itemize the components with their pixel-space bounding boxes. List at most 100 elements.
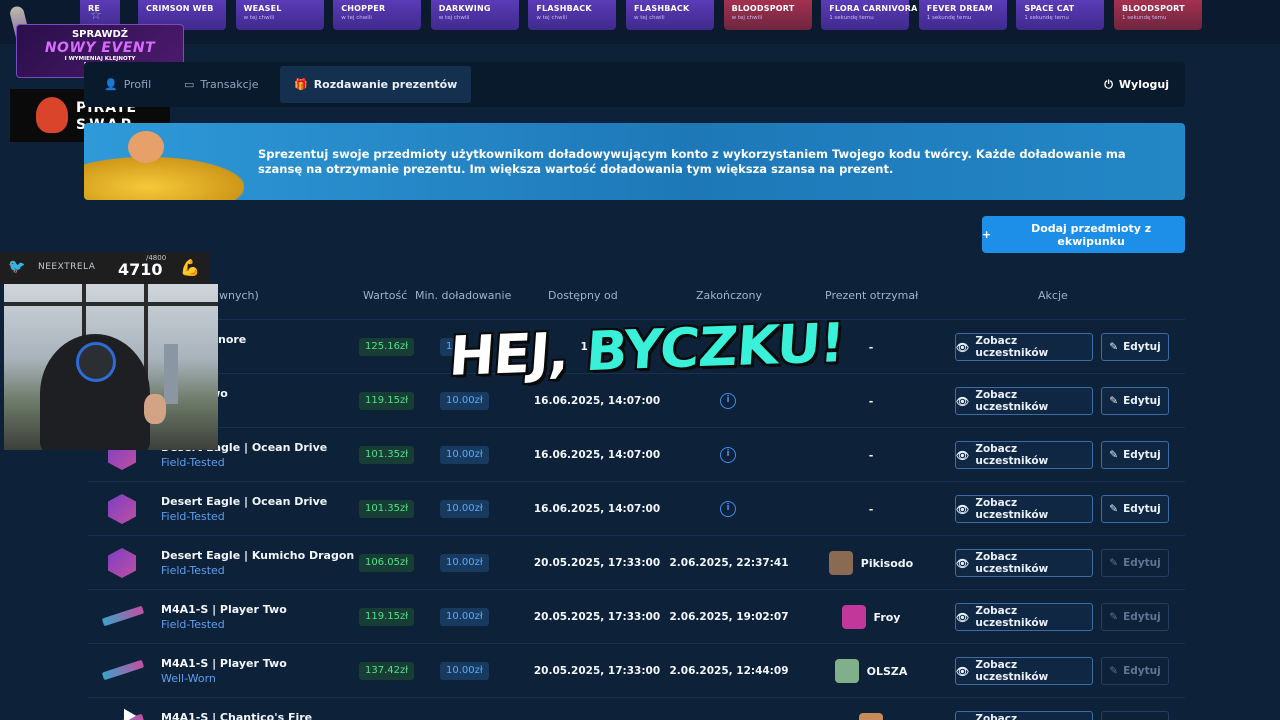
- case-drop-time: w tej chwili: [243, 15, 275, 21]
- case-drop-time: 1 sekundę temu: [926, 15, 972, 21]
- header-value: Wartość: [363, 289, 408, 302]
- avatar: [834, 659, 859, 683]
- case-drop-card[interactable]: FLASHBACK w tej chwili: [626, 0, 714, 30]
- view-participants-label: Zobacz uczestników: [975, 389, 1049, 413]
- winner-cell: -: [788, 440, 954, 470]
- star-icon[interactable]: ☆: [90, 8, 102, 23]
- item-wear: Field-Tested: [161, 510, 225, 523]
- logout-label: Wyloguj: [1118, 78, 1169, 91]
- view-participants-label: Zobacz uczestników: [975, 551, 1049, 575]
- info-icon[interactable]: i: [720, 393, 736, 409]
- rifle-icon: [101, 605, 145, 627]
- card-icon: ▭: [184, 78, 195, 91]
- item-value-badge: 106.05zł: [359, 554, 415, 572]
- available-from: 20.05.2025, 17:33:00: [533, 665, 661, 677]
- edit-icon: ✎: [1109, 665, 1119, 677]
- available-from: 16.06.2025, 14:07:00: [533, 395, 661, 407]
- greeting-word-2: BYCZKU!: [584, 311, 846, 384]
- tab-profile-label: Profil: [123, 78, 152, 91]
- case-drop-name: BLOODSPORT: [731, 4, 795, 13]
- case-drop-card[interactable]: WEASEL w tej chwili: [235, 0, 324, 30]
- eye-icon: 👁: [956, 449, 970, 462]
- item-value-badge: 101.35zł: [359, 446, 415, 464]
- add-items-label: Dodaj przedmioty z ekwipunku: [1031, 221, 1152, 248]
- edit-button[interactable]: ✎Edytuj: [1101, 387, 1169, 415]
- header-winner: Prezent otrzymał: [825, 289, 919, 302]
- ended-at: 2.06.2025, 12:44:09: [669, 665, 789, 677]
- edit-button[interactable]: ✎Edytuj: [1101, 657, 1169, 685]
- view-participants-label: Zobacz uczestników: [975, 713, 1018, 720]
- winner-cell: Froy: [788, 602, 954, 632]
- edit-icon: ✎: [1109, 503, 1119, 515]
- case-drop-card[interactable]: FLORA CARNIVORA 1 sekundę temu: [821, 0, 917, 30]
- winner-name: -: [868, 340, 874, 354]
- tab-profile[interactable]: 👤 Profil: [90, 66, 165, 103]
- winner-name: -: [868, 394, 874, 408]
- item-name: Desert Eagle | Kumicho Dragon: [161, 549, 355, 562]
- view-participants-button[interactable]: 👁Zobacz uczestników: [955, 603, 1093, 631]
- case-drop-card[interactable]: BLOODSPORT w tej chwili: [723, 0, 812, 30]
- case-drop-time: w tej chwili: [731, 15, 763, 21]
- edit-button[interactable]: ✎Edytuj: [1101, 711, 1169, 720]
- case-drop-card[interactable]: CHOPPER w tej chwili: [333, 0, 422, 30]
- winner-name: -: [868, 448, 874, 462]
- header-ended: Zakończony: [696, 289, 762, 302]
- profile-tabs-bar: 👤 Profil ▭ Transakcje 🎁 Rozdawanie preze…: [84, 62, 1185, 107]
- winner-name: Froy: [873, 610, 901, 624]
- view-participants-button[interactable]: 👁Zobacz uczestników: [955, 441, 1093, 469]
- edit-button[interactable]: ✎Edytuj: [1101, 333, 1169, 361]
- logout-button[interactable]: ⏻ Wyloguj: [1088, 66, 1185, 103]
- case-drop-name: CHOPPER: [341, 4, 386, 13]
- case-drop-card[interactable]: FEVER DREAM 1 sekundę temu: [918, 0, 1007, 30]
- view-participants-button[interactable]: 👁Zobacz uczestników: [955, 657, 1093, 685]
- flexed-arm-icon: 💪: [180, 258, 200, 277]
- min-topup-badge: 10.00zł: [440, 500, 489, 518]
- edit-icon: ✎: [1109, 341, 1119, 353]
- case-drop-card[interactable]: SPACE CAT 1 sekundę temu: [1016, 0, 1105, 30]
- min-topup-badge: 10.00zł: [440, 554, 489, 572]
- header-item: wnych): [219, 289, 259, 302]
- webcam-feed: [4, 284, 218, 450]
- ended-at: 2.06.2025, 22:37:41: [669, 557, 789, 569]
- winner-cell: [788, 710, 954, 720]
- table-row: Desert Eagle | Kumicho Dragon Field-Teste…: [88, 535, 1185, 589]
- available-from: 20.05.2025, 17:33:00: [533, 611, 661, 623]
- eye-icon: 👁: [956, 341, 970, 354]
- add-items-button[interactable]: + Dodaj przedmioty z ekwipunku: [982, 216, 1185, 253]
- tab-gift-giving[interactable]: 🎁 Rozdawanie prezentów: [280, 66, 472, 103]
- edit-label: Edytuj: [1123, 557, 1161, 569]
- edit-button[interactable]: ✎Edytuj: [1101, 603, 1169, 631]
- view-participants-button[interactable]: 👁Zobacz uczestników: [955, 387, 1093, 415]
- gift-icon: 🎁: [294, 78, 308, 91]
- sub-count: 4710: [118, 260, 163, 279]
- info-icon[interactable]: i: [720, 501, 736, 517]
- case-drop-time: w tej chwili: [438, 15, 470, 21]
- edit-button[interactable]: ✎Edytuj: [1101, 441, 1169, 469]
- winner-name: Pikisodo: [860, 556, 914, 570]
- header-actions: Akcje: [1038, 289, 1068, 302]
- event-line-1: SPRAWDŹ: [71, 29, 129, 40]
- streamer-nick: NEEXTRELA: [38, 262, 96, 272]
- view-participants-button[interactable]: 👁Zobacz uczestników: [955, 333, 1093, 361]
- edit-button[interactable]: ✎Edytuj: [1101, 549, 1169, 577]
- view-participants-button[interactable]: 👁Zobacz uczestników: [955, 495, 1093, 523]
- info-icon[interactable]: i: [720, 447, 736, 463]
- ended-at: 2.06.2025, 19:02:07: [669, 611, 789, 623]
- case-drop-card[interactable]: FLASHBACK w tej chwili: [528, 0, 617, 30]
- item-wear: Field-Tested: [161, 564, 225, 577]
- edit-button[interactable]: ✎Edytuj: [1101, 495, 1169, 523]
- item-name: M4A1-S | Player Two: [161, 603, 287, 616]
- item-name: M4A1-S | Chantico's Fire: [161, 711, 313, 720]
- case-drop-card[interactable]: BLOODSPORT 1 sekundę temu: [1114, 0, 1202, 30]
- available-from: 16.06.2025, 14:07:00: [533, 449, 661, 461]
- item-thumbnail: [100, 600, 145, 634]
- view-participants-button[interactable]: 👁Zobacz uczestników: [955, 711, 1093, 720]
- view-participants-button[interactable]: 👁Zobacz uczestników: [955, 549, 1093, 577]
- case-drop-card[interactable]: DARKWING w tej chwili: [430, 0, 519, 30]
- case-icon: [108, 548, 136, 578]
- avatar: [828, 551, 853, 575]
- min-topup-badge: 10.00zł: [440, 446, 489, 464]
- header-min-topup: Min. doładowanie: [415, 289, 512, 302]
- winner-cell: OLSZA: [788, 656, 954, 686]
- tab-transactions[interactable]: ▭ Transakcje: [170, 66, 272, 103]
